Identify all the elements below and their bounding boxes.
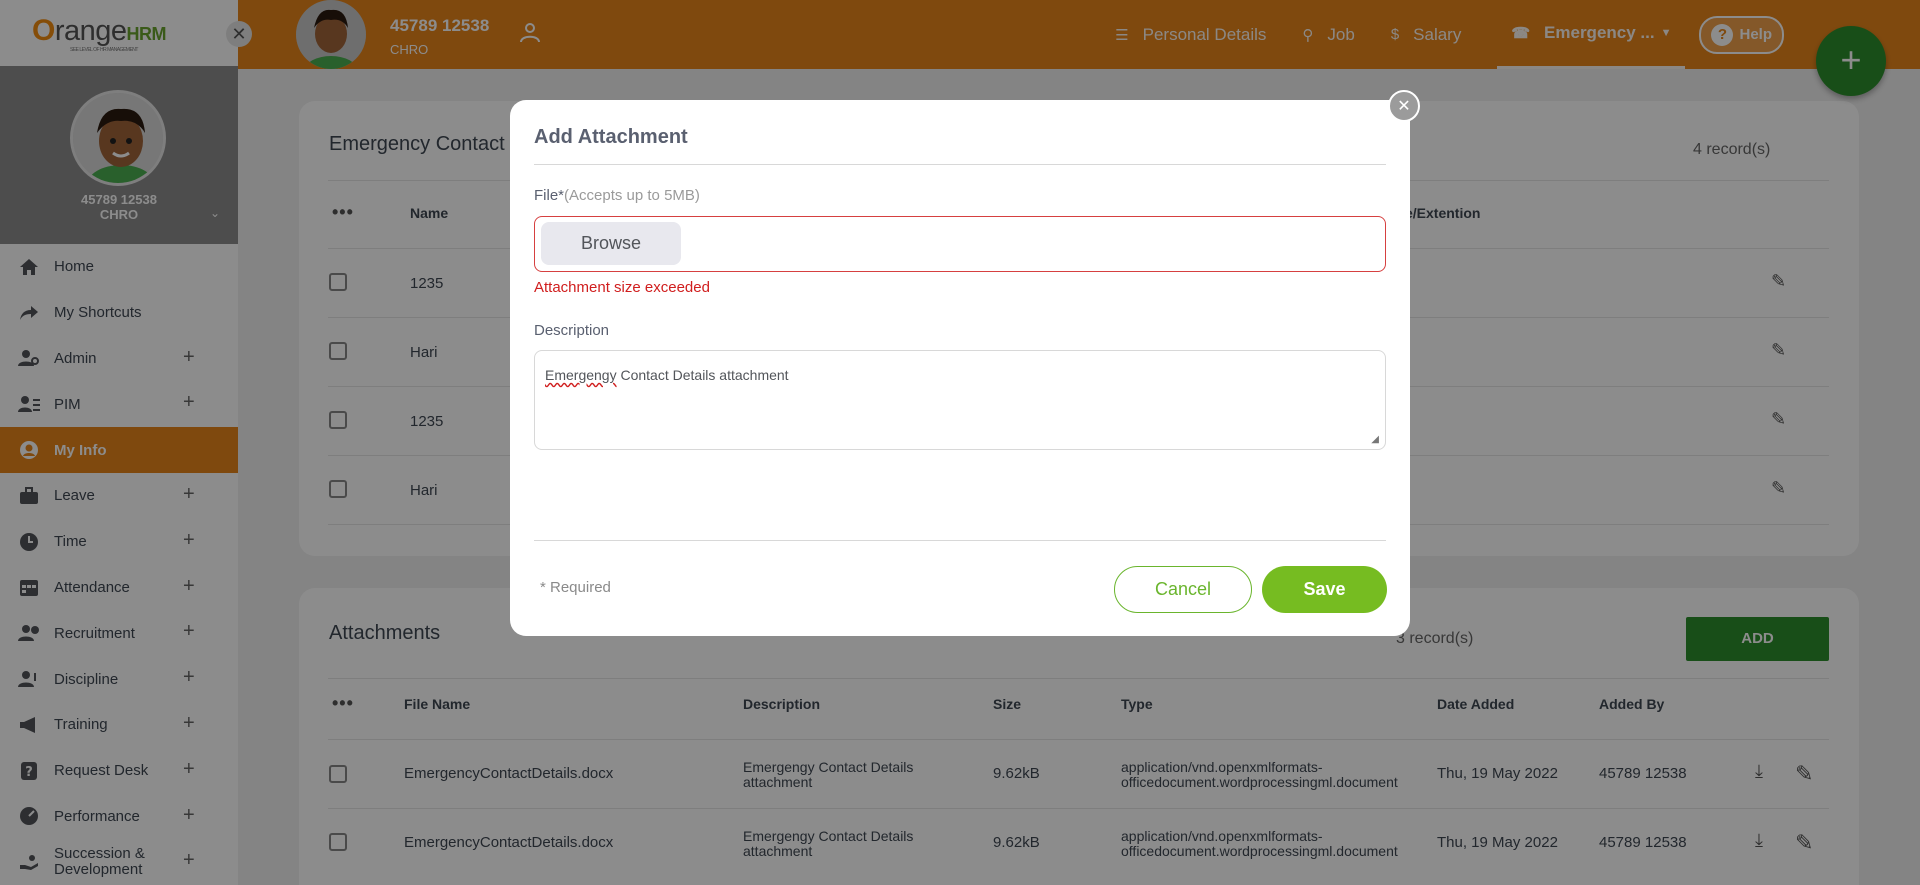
file-label-text: File* <box>534 187 565 204</box>
file-error-message: Attachment size exceeded <box>534 279 710 296</box>
description-text: Contact Details attachment <box>616 367 789 383</box>
cancel-button[interactable]: Cancel <box>1114 566 1252 613</box>
divider <box>534 164 1386 165</box>
file-input[interactable]: Browse <box>534 216 1386 272</box>
description-textarea[interactable]: Emergengy Contact Details attachment ◢ <box>534 350 1386 450</box>
file-hint: (Accepts up to 5MB) <box>564 187 700 204</box>
modal-close-button[interactable]: ✕ <box>1388 90 1420 122</box>
file-label: File*(Accepts up to 5MB) <box>534 187 700 204</box>
save-button[interactable]: Save <box>1262 566 1387 613</box>
browse-button[interactable]: Browse <box>541 222 681 265</box>
divider <box>534 540 1386 541</box>
modal-title: Add Attachment <box>534 126 688 148</box>
description-label: Description <box>534 322 610 339</box>
add-attachment-modal: ✕ Add Attachment File*(Accepts up to 5MB… <box>510 90 1420 636</box>
resize-handle-icon[interactable]: ◢ <box>1371 434 1379 445</box>
required-note: * Required <box>540 579 611 596</box>
misspelled-word: Emergengy <box>545 367 617 383</box>
